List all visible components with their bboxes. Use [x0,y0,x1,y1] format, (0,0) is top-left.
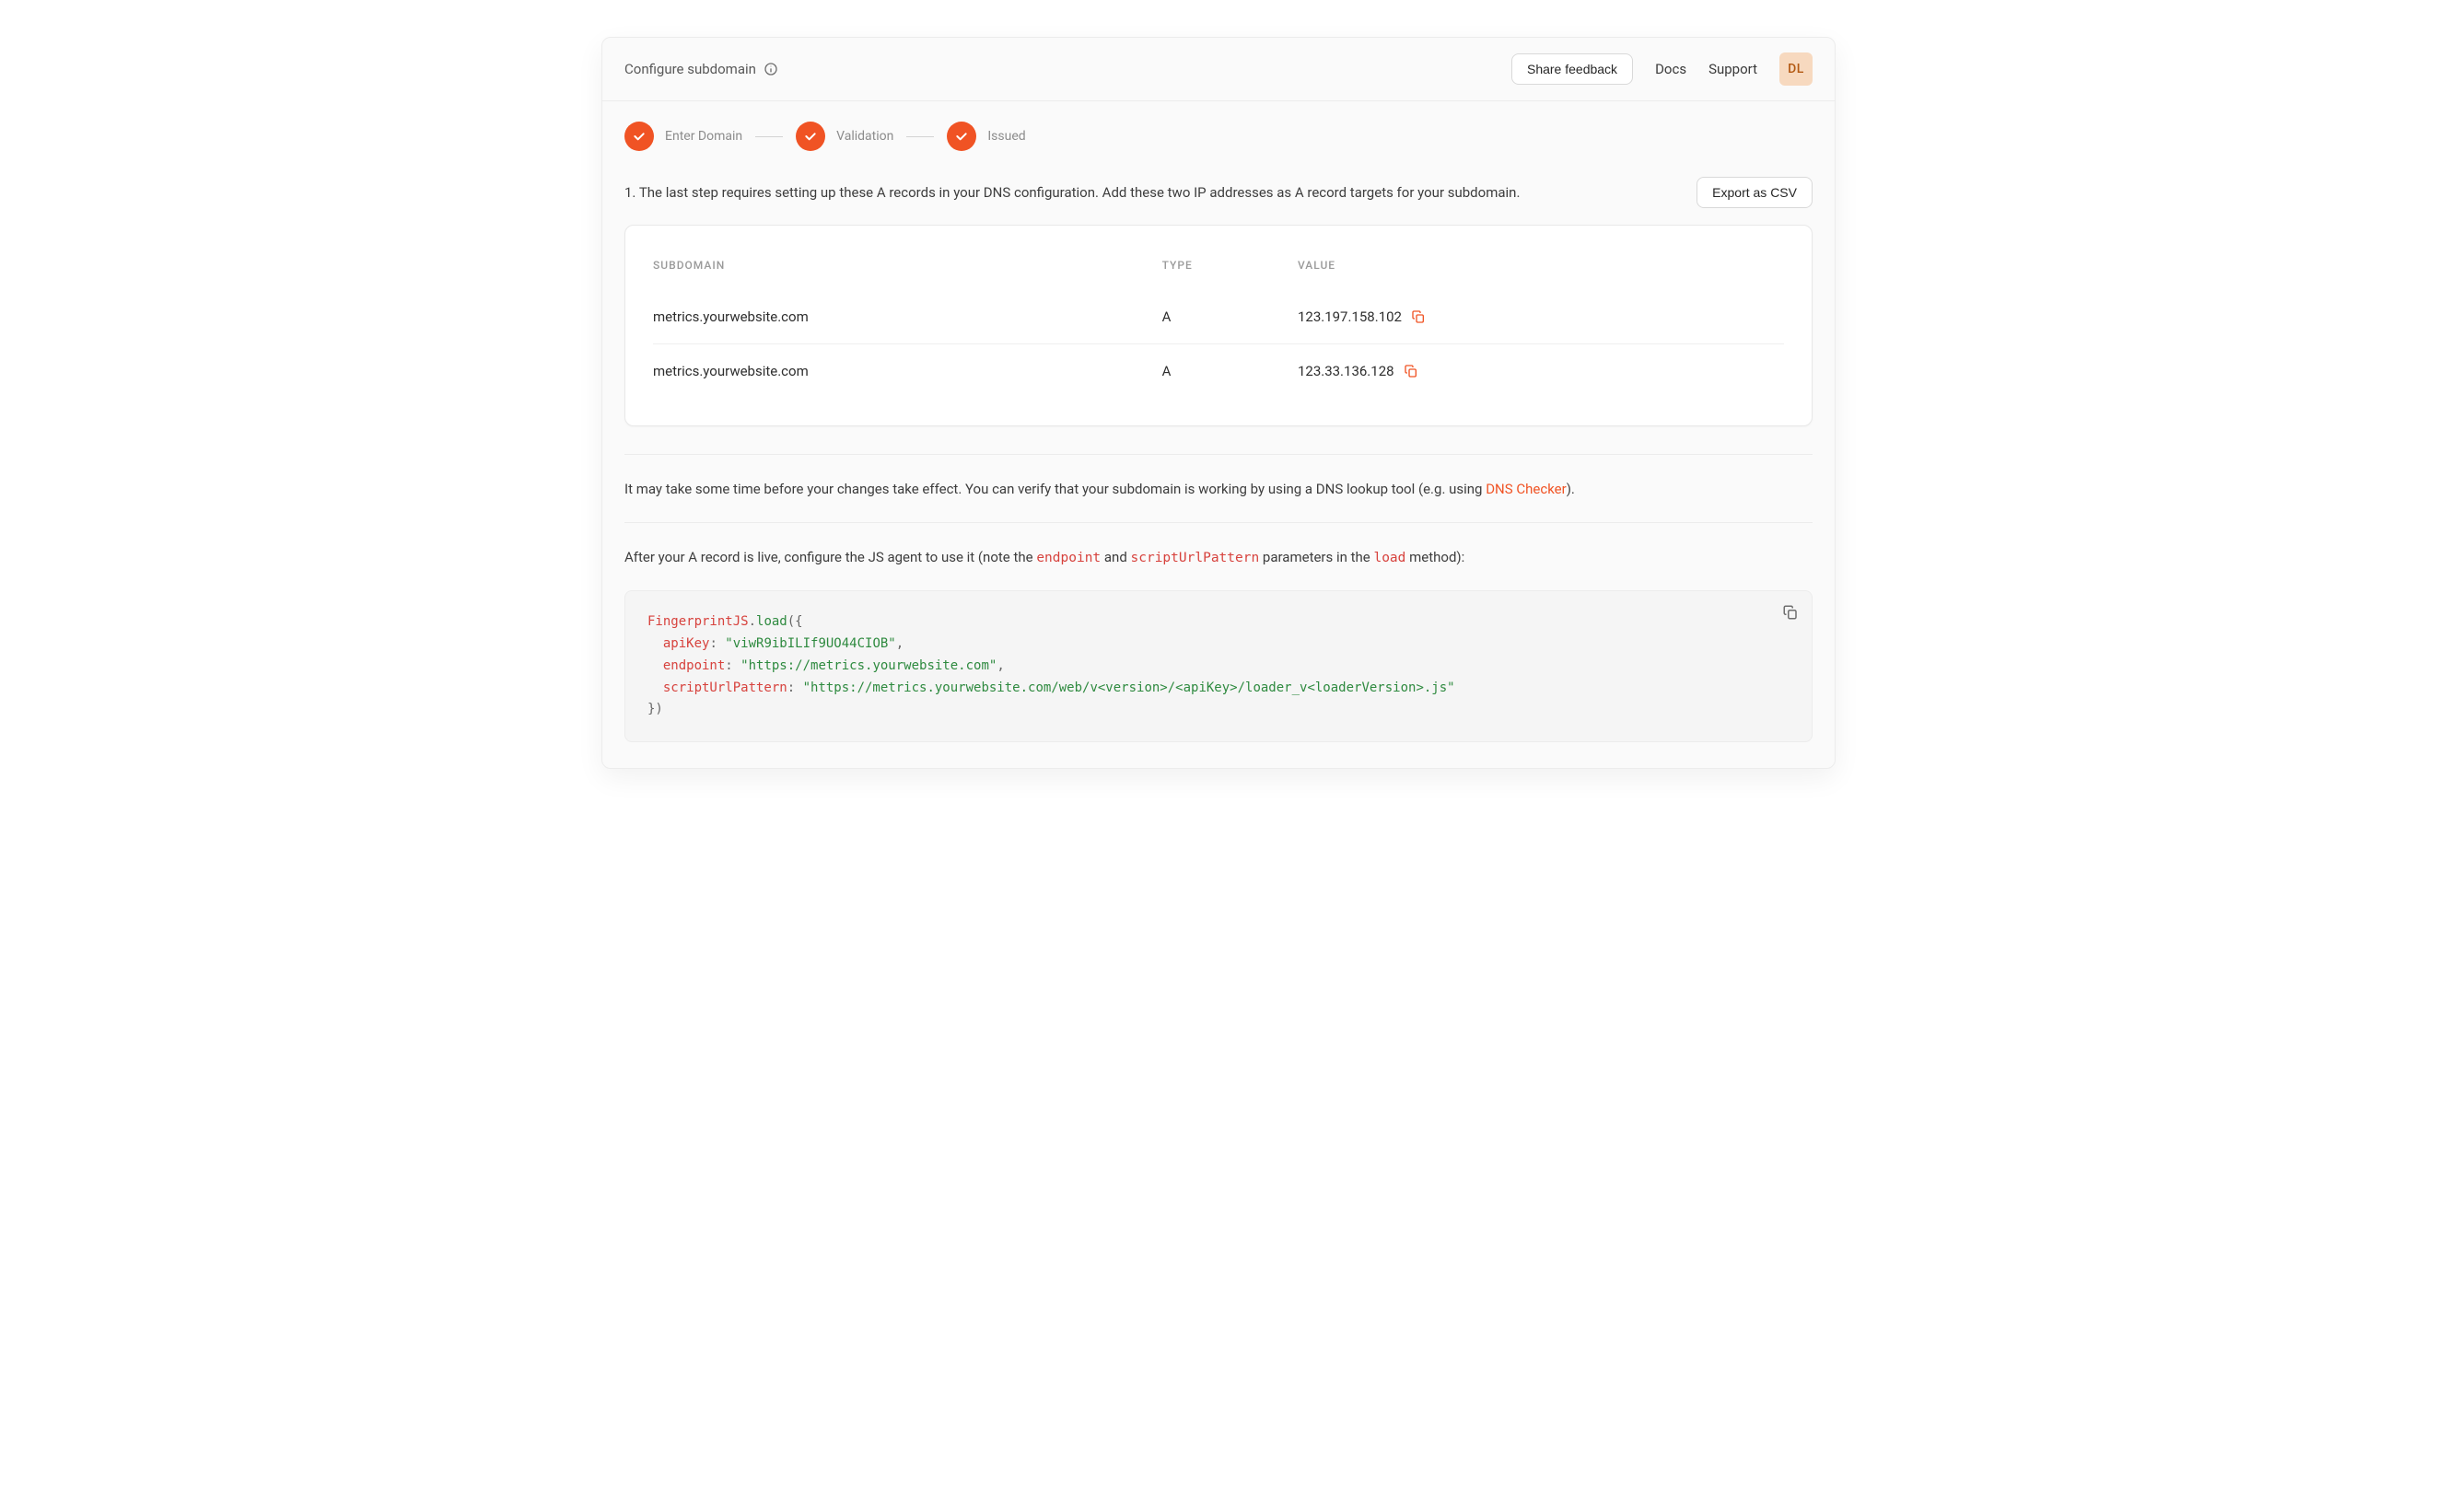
instruction-text: 1. The last step requires setting up the… [624,182,1520,204]
cell-type: A [1162,344,1298,399]
page-title: Configure subdomain [624,61,756,77]
step-label: Issued [987,129,1025,144]
col-type: TYPE [1162,250,1298,290]
tok-class: FingerprintJS [647,614,749,629]
export-csv-button[interactable]: Export as CSV [1697,177,1813,208]
table-row: metrics.yourwebsite.com A 123.33.136.128 [653,344,1784,399]
tok-key: endpoint [663,658,725,673]
code-inline: load [1373,551,1405,565]
note-text: After your A record is live, configure t… [624,549,1036,565]
stepper: Enter Domain Validation Issued [602,101,1835,171]
copy-code-icon[interactable] [1782,604,1799,621]
dns-records-table: SUBDOMAIN TYPE VALUE metrics.yourwebsite… [624,225,1813,426]
cell-subdomain: metrics.yourwebsite.com [653,344,1162,399]
note-text: It may take some time before your change… [624,481,1486,497]
step-issued: Issued [947,122,1025,151]
divider [624,522,1813,523]
js-agent-note: After your A record is live, configure t… [624,543,1813,591]
copy-icon[interactable] [1404,364,1418,378]
tok-key: scriptUrlPattern [663,680,787,695]
note-text: parameters in the [1259,549,1373,565]
col-subdomain: SUBDOMAIN [653,250,1162,290]
col-value: VALUE [1298,250,1784,290]
info-icon[interactable] [764,62,778,76]
avatar[interactable]: DL [1779,52,1813,86]
dns-propagation-note: It may take some time before your change… [624,475,1813,522]
step-connector [755,136,783,137]
tok-func: load [756,614,787,629]
cell-value: 123.33.136.128 [1298,363,1394,379]
code-inline: endpoint [1036,551,1101,565]
note-text: and [1101,549,1130,565]
tok-str: "https://metrics.yourwebsite.com/web/v<v… [803,680,1455,695]
tok-str: "https://metrics.yourwebsite.com" [740,658,997,673]
header-right: Share feedback Docs Support DL [1511,52,1813,86]
support-link[interactable]: Support [1708,61,1757,77]
step-enter-domain: Enter Domain [624,122,742,151]
code-snippet: FingerprintJS.load({ apiKey: "viwR9ibILI… [624,590,1813,742]
code-content: FingerprintJS.load({ apiKey: "viwR9ibILI… [647,611,1790,721]
tok-key: apiKey [663,636,710,651]
panel-body: 1. The last step requires setting up the… [602,171,1835,768]
note-text: ). [1567,481,1575,497]
share-feedback-button[interactable]: Share feedback [1511,53,1633,85]
step-label: Enter Domain [665,129,742,144]
cell-value: 123.197.158.102 [1298,308,1402,325]
dns-checker-link[interactable]: DNS Checker [1486,481,1567,497]
note-text: method): [1405,549,1464,565]
step-connector [906,136,934,137]
check-icon [947,122,976,151]
copy-icon[interactable] [1411,309,1426,324]
divider [624,454,1813,455]
step-validation: Validation [796,122,893,151]
check-icon [624,122,654,151]
configure-subdomain-panel: Configure subdomain Share feedback Docs … [601,37,1836,769]
cell-subdomain: metrics.yourwebsite.com [653,290,1162,344]
cell-type: A [1162,290,1298,344]
docs-link[interactable]: Docs [1655,61,1686,77]
header-left: Configure subdomain [624,61,778,77]
tok-str: "viwR9ibILIf9UO44CIOB" [725,636,895,651]
table-row: metrics.yourwebsite.com A 123.197.158.10… [653,290,1784,344]
step-label: Validation [836,129,893,144]
check-icon [796,122,825,151]
header: Configure subdomain Share feedback Docs … [602,38,1835,101]
code-inline: scriptUrlPattern [1131,551,1260,565]
instruction-row: 1. The last step requires setting up the… [624,171,1813,225]
